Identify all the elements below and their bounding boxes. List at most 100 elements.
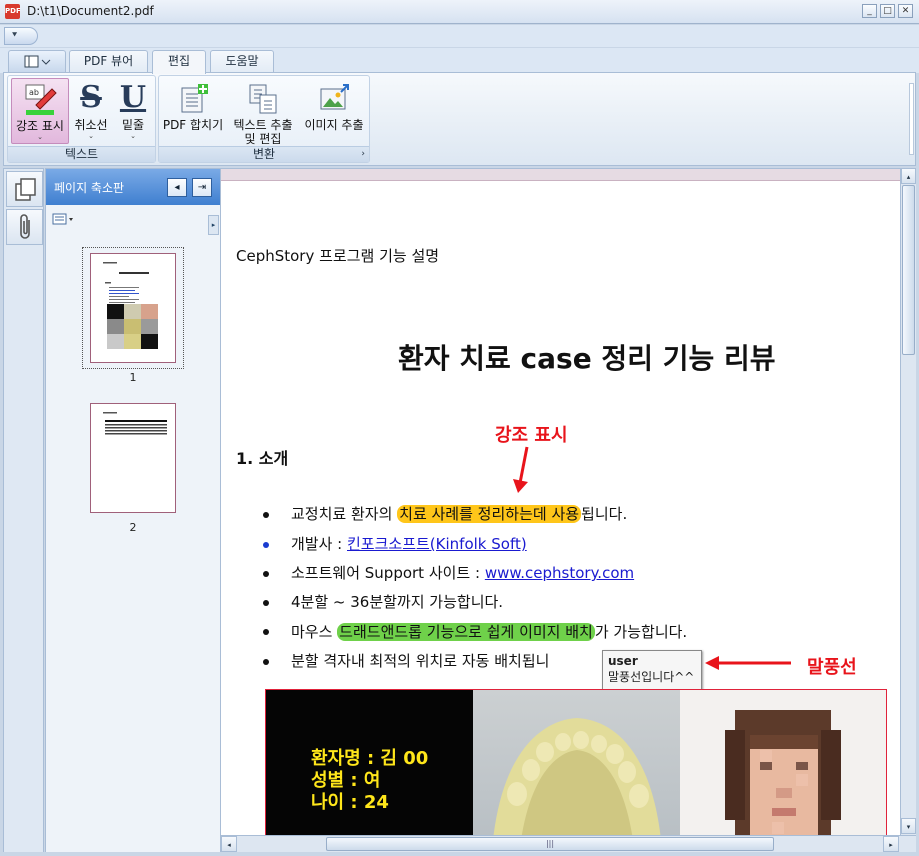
scroll-down-button[interactable]: ▾ — [901, 818, 916, 834]
panel-options-button[interactable]: ⇥ — [192, 178, 212, 197]
list-item: 4분할 ~ 36분할까지 가능합니다. — [291, 591, 503, 612]
patient-image-grid[interactable]: 환자명 : 김 00 성별 : 여 나이 : 24 — [265, 689, 887, 835]
strikethrough-icon: S — [80, 80, 102, 115]
highlight-label: 강조 표시 — [16, 119, 64, 133]
svg-text:ab: ab — [29, 88, 39, 97]
merge-pdf-button[interactable]: PDF 합치기 — [161, 78, 225, 144]
ribbon: ab 강조 표시 ⌄ S 취소선 ⌄ U 밑줄 ⌄ 텍스트 PDF 합치기 텍스… — [3, 72, 916, 166]
close-button[interactable]: ✕ — [898, 4, 913, 18]
window-title: D:\t1\Document2.pdf — [27, 4, 154, 18]
list-item-text: 분할 격자내 최적의 위치로 자동 배치됩니 — [291, 652, 550, 670]
bullet-marker — [263, 542, 269, 548]
thumbnail-page-1[interactable] — [90, 253, 176, 363]
thumbnail-page-1-preview — [103, 262, 158, 349]
list-item-text: 교정치료 환자의 — [291, 505, 398, 523]
group-launcher-icon[interactable]: › — [361, 147, 365, 162]
highlight-annotation-label: 강조 표시 — [495, 425, 568, 446]
green-highlight-annotation[interactable]: 드래드앤드롭 기능으로 쉽게 이미지 배치 — [337, 623, 595, 641]
patient-age-label: 나이 : — [311, 792, 364, 813]
tab-edit[interactable]: 편집 — [152, 50, 206, 74]
strikethrough-label: 취소선 — [74, 118, 108, 132]
highlight-button[interactable]: ab 강조 표시 ⌄ — [11, 78, 69, 144]
minimize-button[interactable]: _ — [862, 4, 877, 18]
scroll-left-button[interactable]: ◂ — [221, 836, 237, 852]
quick-access-toolbar: ⯆ — [0, 25, 919, 47]
app-pdf-icon: PDF — [5, 4, 21, 19]
chevron-down-icon: ⌄ — [88, 132, 94, 140]
extract-image-icon — [320, 84, 349, 110]
maximize-button[interactable]: □ — [880, 4, 895, 18]
thumbnail-page-2-preview — [103, 412, 167, 435]
underline-label: 밑줄 — [121, 118, 145, 132]
ribbon-tab-row: PDF 뷰어 편집 도움말 — [0, 48, 919, 74]
scroll-up-button[interactable]: ▴ — [901, 168, 916, 184]
panel-scroll-right-button[interactable]: ▸ — [208, 215, 219, 235]
bullet-marker — [263, 512, 269, 518]
ribbon-group-convert-label: 변환 › — [159, 146, 369, 162]
list-item-text: 소프트웨어 Support 사이트 : — [291, 564, 485, 582]
support-site-link[interactable]: www.cephstory.com — [485, 564, 634, 582]
strikethrough-button[interactable]: S 취소선 ⌄ — [71, 78, 111, 144]
patient-age-value: 24 — [363, 792, 389, 813]
window-bottom-edge — [0, 852, 919, 856]
ribbon-group-convert-title: 변환 — [252, 147, 276, 161]
ribbon-group-convert: PDF 합치기 텍스트 추출 및 편집 이미지 추출 변환 › — [158, 75, 370, 163]
app-menu-icon — [24, 55, 51, 68]
underline-button[interactable]: U 밑줄 ⌄ — [113, 78, 153, 144]
patient-face-mosaic — [725, 710, 841, 835]
balloon-annotation-label: 말풍선 — [807, 657, 857, 678]
sidebar-item-attachments[interactable] — [6, 209, 43, 245]
list-item: 마우스 드래드앤드롭 기능으로 쉽게 이미지 배치 가 가능합니다. — [291, 621, 687, 642]
tab-help[interactable]: 도움말 — [210, 50, 274, 73]
document-view[interactable]: CephStory 프로그램 기능 설명 환자 치료 case 정리 기능 리뷰… — [221, 168, 900, 835]
bullet-marker — [263, 571, 269, 577]
section-heading: 1. 소개 — [236, 449, 289, 468]
document-header: CephStory 프로그램 기능 설명 — [236, 247, 440, 265]
navigation-strip — [3, 168, 44, 853]
thumbnail-panel-title: 페이지 축소판 — [54, 181, 125, 195]
thumbnail-page-2[interactable] — [90, 403, 176, 513]
horizontal-scroll-thumb[interactable]: ||| — [326, 837, 774, 851]
title-bar: PDF D:\t1\Document2.pdf _ □ ✕ — [0, 0, 919, 24]
list-view-icon — [52, 213, 73, 225]
arrow-left-icon — [705, 656, 791, 670]
sidebar-item-pages[interactable] — [6, 171, 43, 207]
thumbnail-options-menu[interactable] — [52, 213, 74, 228]
patient-name-value: 00 — [403, 748, 429, 769]
highlighter-icon: ab — [25, 84, 57, 115]
attachment-icon — [20, 214, 30, 239]
merge-pdf-label: PDF 합치기 — [162, 118, 224, 132]
list-item-text: 가 가능합니다. — [594, 623, 688, 641]
extract-text-label: 텍스트 추출 및 편집 — [227, 118, 299, 146]
horizontal-scrollbar[interactable]: ◂ ||| ▸ — [221, 835, 916, 852]
collapse-panel-button[interactable]: ◂ — [167, 178, 187, 197]
quick-access-menu-button[interactable]: ⯆ — [4, 27, 38, 45]
vertical-scrollbar[interactable]: ▴ ▾ — [900, 168, 916, 835]
extract-text-label-line2: 및 편집 — [244, 132, 282, 146]
list-item: 개발사 : 킨포크소프트(Kinfolk Soft) — [291, 533, 527, 554]
dental-cast-picture — [493, 718, 661, 835]
document-title: 환자 치료 case 정리 기능 리뷰 — [398, 342, 776, 375]
chevron-down-icon: ⌄ — [130, 132, 136, 140]
patient-age: 나이 : 24 — [311, 788, 389, 814]
scroll-right-button[interactable]: ▸ — [883, 836, 899, 852]
balloon-text: 말풍선입니다^^ — [608, 670, 695, 684]
page-top-band — [221, 169, 900, 181]
app-menu-button[interactable] — [8, 50, 66, 73]
ribbon-group-text: ab 강조 표시 ⌄ S 취소선 ⌄ U 밑줄 ⌄ 텍스트 — [7, 75, 156, 163]
list-item-text: 마우스 — [291, 623, 338, 641]
extract-image-button[interactable]: 이미지 추출 — [301, 78, 367, 144]
yellow-highlight-annotation[interactable]: 치료 사례를 정리하는데 사용 — [397, 505, 582, 523]
tab-pdf-viewer[interactable]: PDF 뷰어 — [69, 50, 148, 73]
vertical-scroll-thumb[interactable] — [902, 185, 915, 355]
thumbnail-page-1-number: 1 — [129, 371, 137, 384]
list-item: 교정치료 환자의 치료 사례를 정리하는데 사용 됩니다. — [291, 503, 627, 524]
list-item: 분할 격자내 최적의 위치로 자동 배치됩니 — [291, 650, 549, 671]
extract-text-button[interactable]: 텍스트 추출 및 편집 — [227, 78, 299, 146]
developer-link[interactable]: 킨포크소프트(Kinfolk Soft) — [347, 535, 527, 553]
extract-image-label: 이미지 추출 — [304, 118, 364, 132]
extract-text-icon — [249, 84, 277, 114]
dental-cast-image — [473, 690, 680, 835]
comment-balloon[interactable]: user 말풍선입니다^^ — [602, 650, 702, 694]
ribbon-group-text-label: 텍스트 — [8, 146, 155, 162]
